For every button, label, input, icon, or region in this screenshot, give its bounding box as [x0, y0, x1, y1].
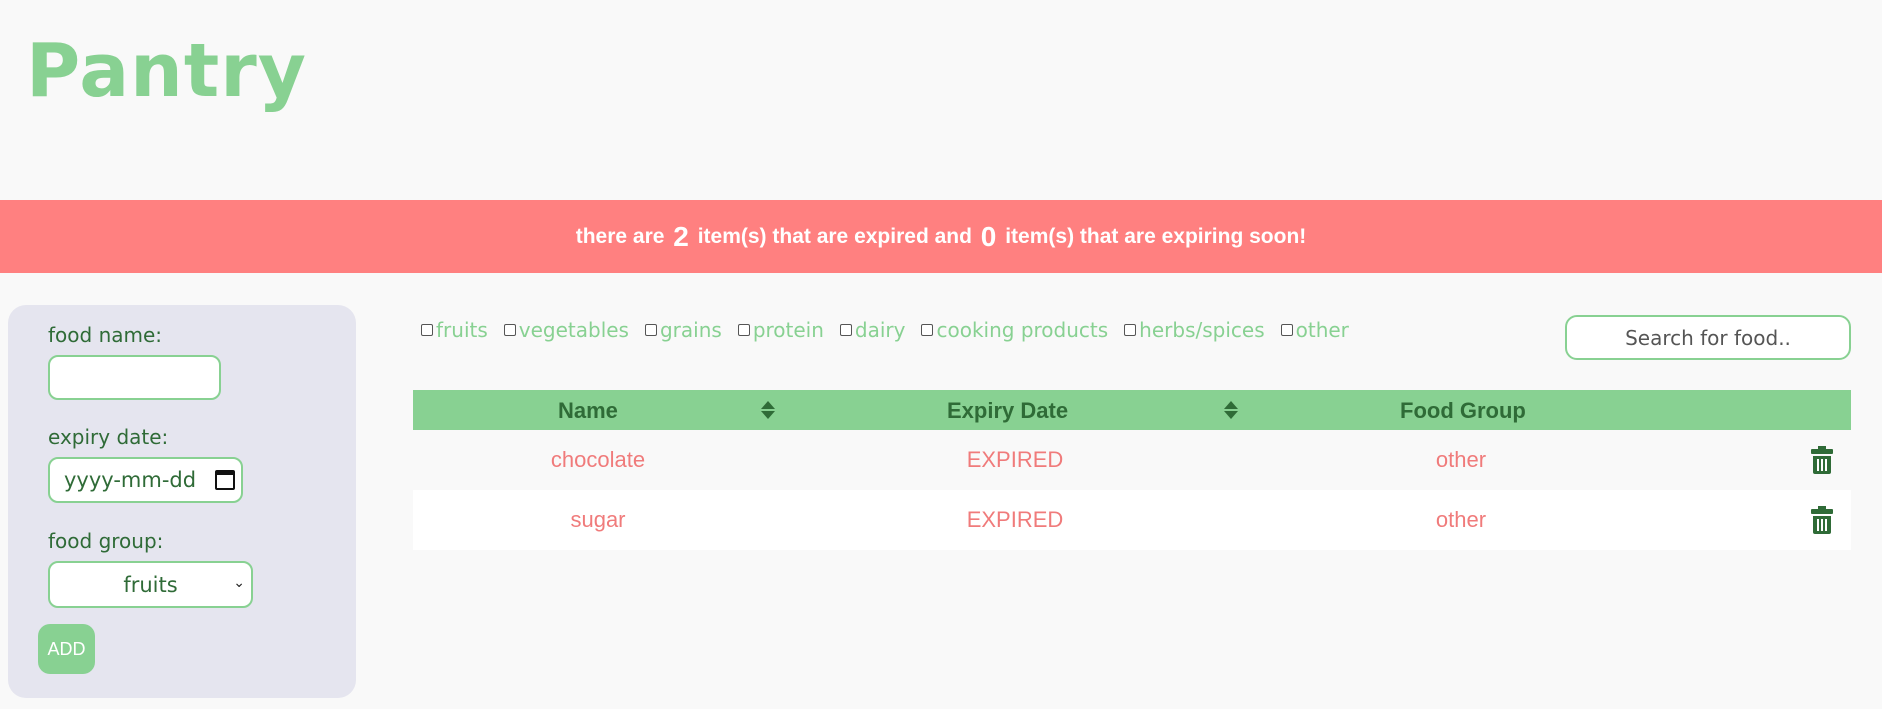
cell-name: chocolate [550, 447, 646, 472]
pantry-table: Name Expiry Date Food Group chocolate EX… [413, 390, 1851, 550]
filter-herbs-spices[interactable]: herbs/spices [1124, 318, 1265, 342]
food-group-select[interactable]: fruits ⌄ [48, 561, 253, 608]
search-input[interactable]: Search for food.. [1565, 315, 1851, 360]
column-header-name[interactable]: Name [558, 398, 618, 424]
banner-suffix: item(s) that are expiring soon! [1005, 224, 1307, 248]
filter-label: cooking products [936, 318, 1109, 342]
add-food-panel: food name: expiry date: yyyy-mm-dd food … [8, 305, 356, 698]
cell-expiry: EXPIRED [966, 507, 1064, 532]
app-logo: Pantry [26, 28, 307, 114]
trash-icon[interactable] [1811, 446, 1833, 474]
expired-count: 2 [673, 220, 689, 252]
calendar-icon[interactable] [215, 470, 235, 490]
filter-protein[interactable]: protein [737, 318, 824, 342]
expiring-count: 0 [980, 220, 997, 252]
food-group-label: food group: [48, 529, 164, 553]
cell-group: other [1435, 447, 1487, 472]
sort-icon[interactable] [1224, 401, 1238, 419]
checkbox[interactable] [1124, 324, 1137, 336]
banner-middle: item(s) that are expired and [697, 224, 972, 248]
chevron-down-icon: ⌄ [233, 575, 245, 591]
checkbox[interactable] [921, 324, 934, 336]
expiry-date-placeholder: yyyy-mm-dd [64, 468, 197, 492]
filter-grains[interactable]: grains [644, 318, 722, 342]
cell-name: sugar [570, 507, 626, 532]
filter-cooking-products[interactable]: cooking products [921, 318, 1108, 342]
table-row: sugar EXPIRED other [413, 490, 1851, 550]
filter-label: vegetables [518, 318, 629, 342]
trash-icon[interactable] [1811, 506, 1833, 534]
food-group-selected: fruits [123, 572, 178, 597]
column-header-expiry[interactable]: Expiry Date [947, 398, 1068, 424]
checkbox[interactable] [644, 324, 657, 336]
filter-label: fruits [436, 318, 488, 342]
cell-group: other [1435, 507, 1487, 532]
checkbox[interactable] [839, 324, 852, 336]
food-name-input[interactable] [48, 355, 221, 400]
filter-other[interactable]: other [1280, 318, 1349, 342]
checkbox[interactable] [737, 324, 750, 336]
food-name-label: food name: [48, 323, 163, 347]
filter-dairy[interactable]: dairy [839, 318, 906, 342]
expiry-date-input[interactable]: yyyy-mm-dd [48, 457, 243, 503]
cell-expiry: EXPIRED [966, 447, 1064, 472]
filter-label: dairy [854, 318, 906, 342]
filter-vegetables[interactable]: vegetables [503, 318, 629, 342]
checkbox[interactable] [1280, 324, 1293, 336]
filter-label: protein [752, 318, 824, 342]
checkbox[interactable] [503, 324, 516, 336]
column-header-group: Food Group [1400, 398, 1526, 423]
filter-label: other [1295, 318, 1349, 342]
filter-label: grains [659, 318, 722, 342]
expiry-alert-banner: there are 2 item(s) that are expired and… [0, 200, 1882, 273]
checkbox[interactable] [421, 324, 433, 336]
add-button[interactable]: ADD [38, 624, 95, 674]
table-row: chocolate EXPIRED other [413, 430, 1851, 490]
table-header: Name Expiry Date Food Group [413, 390, 1851, 430]
expiry-date-label: expiry date: [48, 425, 169, 449]
food-group-filters: fruits vegetables grains protein dairy c… [421, 318, 1365, 342]
filter-fruits[interactable]: fruits [421, 318, 488, 342]
sort-icon[interactable] [761, 401, 775, 419]
banner-prefix: there are [575, 224, 665, 248]
filter-label: herbs/spices [1139, 318, 1265, 342]
